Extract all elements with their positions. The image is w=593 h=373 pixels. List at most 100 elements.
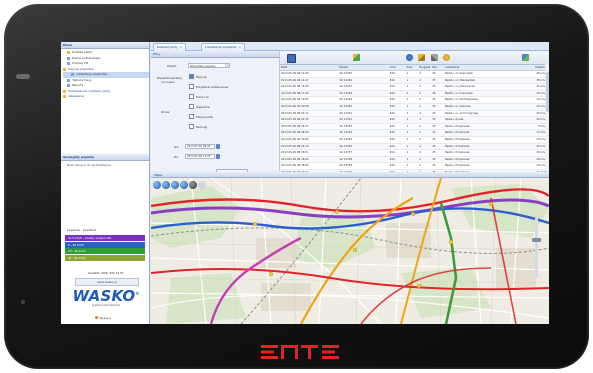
table-cell: 1 bbox=[406, 144, 409, 148]
table-cell: 810 bbox=[389, 111, 395, 115]
table-cell: 41 km/h bbox=[536, 85, 547, 89]
column-header[interactable]: Kurs bbox=[406, 65, 419, 70]
layer-checkbox[interactable]: Trasa linii bbox=[189, 94, 209, 99]
chart-icon[interactable] bbox=[353, 54, 360, 61]
checkbox-icon[interactable] bbox=[189, 94, 194, 99]
map-canvas[interactable] bbox=[151, 178, 549, 324]
table-cell: 810 bbox=[389, 164, 395, 168]
date-from-input[interactable]: 2013-05-09 08:00 bbox=[185, 144, 215, 149]
zoom-in-icon[interactable] bbox=[171, 181, 179, 189]
globe-icon[interactable] bbox=[406, 54, 413, 61]
vehicle-select[interactable]: Wszystkie pojazdy bbox=[188, 63, 230, 68]
layer-checkbox[interactable]: Stacje paliw bbox=[189, 114, 213, 119]
column-header[interactable]: Data bbox=[280, 65, 338, 70]
layer-checkbox[interactable]: Przystanki autobusowe bbox=[189, 84, 228, 89]
export-icon[interactable] bbox=[522, 54, 529, 61]
save-icon[interactable] bbox=[287, 54, 296, 63]
tab-vehicle-location[interactable]: Lokalizacja pojazdów × bbox=[201, 43, 246, 51]
tab-bar: Rozkład jazdy × Lokalizacja pojazdów × bbox=[151, 42, 549, 51]
table-row[interactable]: 2013-05-09 08:30:44 SO 12355 810 1 2 35 Będzin… bbox=[280, 137, 549, 144]
table-cell: 0 km/h bbox=[537, 124, 547, 128]
table-cell: 1 bbox=[406, 151, 409, 155]
layer-checkbox[interactable]: Parkingi bbox=[189, 124, 207, 129]
table-cell: Będzin, ul. Armii Krajowej bbox=[445, 111, 479, 115]
checkbox-icon[interactable] bbox=[189, 114, 194, 119]
user-icon[interactable] bbox=[443, 54, 450, 61]
zoom-out-icon[interactable] bbox=[180, 181, 188, 189]
layers-icon[interactable] bbox=[189, 181, 197, 189]
table-cell: 2 bbox=[419, 85, 422, 89]
table-row[interactable]: 2013-05-09 08:36:06 SO 12358 810 1 2 35 Będzin… bbox=[280, 156, 549, 164]
table-cell: 1 bbox=[406, 131, 409, 135]
tools-icon[interactable] bbox=[431, 54, 438, 61]
column-header[interactable]: Prędkość bbox=[514, 65, 549, 70]
logout-label: Wyloguj bbox=[99, 316, 111, 320]
doc-icon bbox=[67, 56, 70, 60]
tablet-device: Menu Rozkład jazdy Stanie autobusowe Przer… bbox=[4, 4, 589, 369]
table-row[interactable]: 2013-05-09 08:28:09 SO 12354 810 1 2 35 Będzin… bbox=[280, 130, 549, 137]
navigation-tree: Rozkład jazdy Stanie autobusowe Przerwy FR… bbox=[61, 49, 149, 146]
table-row[interactable]: 2013-05-09 08:14:17 SO 12346 810 1 2 35 Będzin… bbox=[280, 77, 549, 85]
table-row[interactable]: 2013-05-09 08:19:02 SO 12349 810 1 2 35 Będzin… bbox=[280, 97, 549, 104]
grid-scrollbar[interactable] bbox=[545, 64, 549, 171]
key-icon[interactable] bbox=[418, 54, 425, 61]
calendar-icon[interactable] bbox=[216, 144, 220, 149]
pan-right-icon[interactable] bbox=[162, 181, 170, 189]
column-header[interactable]: Pojazd bbox=[338, 65, 388, 70]
table-row[interactable]: 2013-05-09 08:34:51 SO 12357 810 1 2 35 Będzin… bbox=[280, 150, 549, 157]
table-row[interactable]: 2013-05-09 08:32:19 SO 12356 810 1 2 35 Będzin… bbox=[280, 143, 549, 151]
table-cell: 810 bbox=[389, 104, 395, 108]
column-header[interactable]: Lokalizacja bbox=[444, 65, 514, 70]
table-cell: Będzin, Przystanek bbox=[445, 137, 470, 141]
layer-checkbox[interactable]: Zajezdnie bbox=[189, 104, 210, 109]
calendar-icon[interactable] bbox=[216, 154, 220, 159]
table-cell: SO 12359 bbox=[339, 164, 353, 168]
wasko-website-link[interactable]: www.wasko.pl bbox=[75, 278, 139, 286]
table-row[interactable]: 2013-05-09 08:22:11 SO 12351 810 1 2 35 Będzin… bbox=[280, 111, 549, 118]
table-cell: 25 km/h bbox=[536, 72, 547, 75]
measure-icon[interactable] bbox=[198, 181, 206, 189]
checkbox-icon[interactable] bbox=[189, 84, 194, 89]
table-cell: 810 bbox=[389, 131, 395, 135]
scrollbar-thumb[interactable] bbox=[545, 72, 549, 112]
close-icon[interactable]: × bbox=[239, 45, 242, 49]
table-row[interactable]: 2013-05-09 08:38:40 SO 12359 810 1 2 35 Będzin… bbox=[280, 163, 549, 170]
table-row[interactable]: 2013-05-09 08:17:26 SO 12348 810 1 2 35 Będzin… bbox=[280, 90, 549, 98]
table-cell: 30 km/h bbox=[536, 91, 547, 95]
checkbox-icon[interactable] bbox=[189, 74, 194, 79]
column-header[interactable]: Pas. bbox=[431, 65, 444, 70]
tree-item[interactable]: Ustawienia bbox=[63, 94, 149, 100]
table-cell: SO 12348 bbox=[339, 91, 353, 95]
date-to-label: Do: bbox=[174, 155, 179, 159]
table-cell: SO 12358 bbox=[339, 157, 353, 161]
logout-button[interactable]: Wyloguj bbox=[91, 315, 115, 321]
table-cell: SO 12357 bbox=[339, 151, 353, 155]
table-cell: Będzin, ul. Modrzejowska bbox=[445, 98, 478, 102]
table-cell: 810 bbox=[389, 85, 395, 89]
column-header[interactable]: Brygada bbox=[418, 65, 431, 70]
ente-logo bbox=[261, 345, 339, 359]
date-to-input[interactable]: 2013-05-09 14:00 bbox=[185, 154, 215, 159]
table-cell: SO 12346 bbox=[339, 78, 353, 82]
table-cell: 45 km/h bbox=[536, 144, 547, 148]
table-row[interactable]: 2013-05-09 08:15:43 SO 12347 810 1 2 35 Będzin… bbox=[280, 84, 549, 91]
table-cell: Będzin, Przystanek bbox=[445, 144, 470, 148]
map-view[interactable] bbox=[151, 178, 549, 324]
vehicle-positions-grid: Data Pojazd Linia Kurs Brygada Pas. Lokalizacj… bbox=[280, 51, 549, 184]
table-cell: Będzin, Rynek bbox=[445, 118, 464, 122]
close-icon[interactable]: × bbox=[180, 45, 183, 49]
layer-checkbox[interactable]: Pozycje bbox=[189, 74, 206, 79]
pan-left-icon[interactable] bbox=[153, 181, 161, 189]
column-header[interactable]: Linia bbox=[389, 65, 406, 70]
menu-panel-header: Menu bbox=[61, 42, 149, 49]
tab-timetable[interactable]: Rozkład jazdy × bbox=[153, 43, 187, 51]
table-cell: 35 bbox=[432, 104, 436, 108]
table-row[interactable]: 2013-05-09 08:20:58 SO 12350 810 1 2 35 Będzin… bbox=[280, 103, 549, 111]
table-cell: 35 bbox=[432, 118, 436, 122]
checkbox-icon[interactable] bbox=[189, 104, 194, 109]
table-row[interactable]: 2013-05-09 08:26:47 SO 12353 810 1 2 35 Będzin… bbox=[280, 124, 549, 131]
table-cell: 1 bbox=[406, 91, 409, 95]
checkbox-icon[interactable] bbox=[189, 124, 194, 129]
table-row[interactable]: 2013-05-09 08:12:05 SO 12345 810 1 2 35 Będzin… bbox=[280, 71, 549, 78]
table-row[interactable]: 2013-05-09 08:24:35 SO 12352 810 1 2 35 Będzin… bbox=[280, 117, 549, 124]
